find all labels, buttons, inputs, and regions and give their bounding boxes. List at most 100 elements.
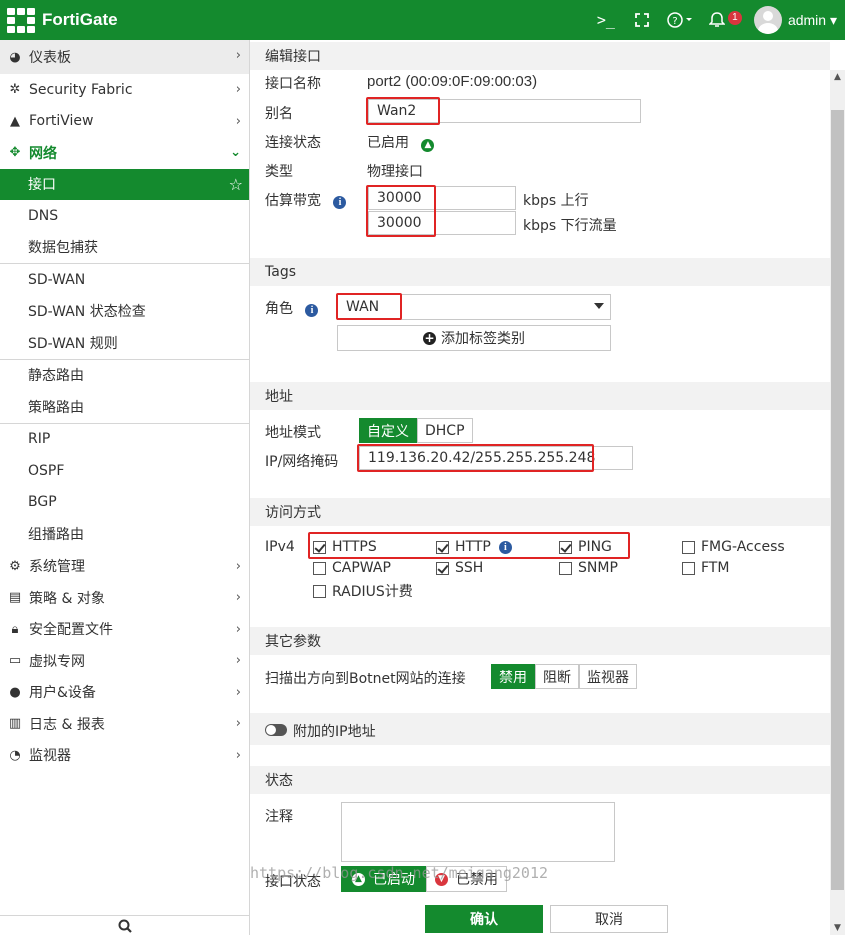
ip-netmask-label: IP/网络掩码 [265, 454, 339, 470]
access-radius-label: RADIUS计费 [332, 584, 413, 600]
sidebar-item-vpn[interactable]: ▭ 虚拟专网 › [0, 645, 249, 677]
sidebar-sub-multicast[interactable]: 组播路由 [0, 518, 249, 550]
access-capwap-label: CAPWAP [332, 560, 391, 576]
search-icon [118, 919, 132, 933]
sidebar-item-fortiview[interactable]: ▲ FortiView › [0, 106, 249, 138]
address-mode-custom[interactable]: 自定义 [359, 418, 417, 443]
access-ftm-label: FTM [701, 560, 730, 576]
access-snmp-checkbox[interactable]: SNMP [559, 560, 618, 576]
fortiview-icon: ▲ [10, 113, 20, 129]
access-capwap-checkbox[interactable]: CAPWAP [313, 560, 391, 576]
checkbox-unchecked-icon [682, 561, 695, 575]
scroll-up-icon[interactable]: ▲ [830, 72, 845, 82]
chevron-right-icon: › [235, 82, 241, 97]
sidebar-item-label: 网络 [29, 145, 57, 162]
fortigate-logo[interactable]: FortiGate [6, 7, 118, 33]
user-icon: ● [9, 684, 21, 700]
chevron-right-icon: › [235, 558, 241, 574]
section-tags: Tags [250, 258, 830, 286]
arrow-up-circle-icon: ▲ [421, 139, 435, 152]
chevron-right-icon: › [235, 590, 241, 605]
sidebar-item-security-profiles[interactable]: 🔒︎ 安全配置文件 › [0, 614, 249, 646]
bandwidth-upstream-unit: kbps 上行 [523, 193, 589, 209]
sidebar-sub-bgp[interactable]: BGP [0, 487, 249, 519]
sidebar-sub-dns[interactable]: DNS [0, 200, 249, 232]
access-ftm-checkbox[interactable]: FTM [682, 560, 729, 576]
sidebar-item-label: Security Fabric [29, 81, 133, 98]
highlight-box [336, 293, 402, 320]
sidebar-item-network[interactable]: ✥ 网络 ⌄ [0, 137, 249, 169]
sidebar-item-system[interactable]: ⚙ 系统管理 › [0, 551, 249, 583]
access-radius-checkbox[interactable]: RADIUS计费 [313, 581, 413, 601]
sidebar-sub-interfaces[interactable]: 接口 ☆ [0, 168, 249, 200]
user-avatar[interactable] [753, 6, 782, 34]
extra-ip-label: 附加的IP地址 [293, 724, 376, 740]
sidebar-sub-sdwan[interactable]: SD-WAN [0, 264, 249, 296]
cancel-button[interactable]: 取消 [550, 905, 668, 933]
sidebar-item-security-fabric[interactable]: ✲ Security Fabric › [0, 74, 249, 106]
link-status-label: 连接状态 [265, 135, 321, 151]
user-menu[interactable]: admin ▾ [788, 12, 837, 29]
sidebar-item-label: 策略 & 对象 [29, 590, 105, 607]
role-label: 角色 i [265, 298, 319, 318]
help-icon[interactable]: ? [660, 0, 700, 40]
section-misc: 其它参数 [250, 627, 830, 655]
sidebar-item-label: 系统管理 [29, 559, 85, 576]
highlight-box [308, 532, 630, 559]
sidebar-sub-packet-capture[interactable]: 数据包捕获 [0, 232, 249, 264]
sidebar-item-policy-objects[interactable]: ▤ 策略 & 对象 › [0, 582, 249, 614]
access-ssh-checkbox[interactable]: SSH [436, 560, 483, 576]
access-snmp-label: SNMP [578, 560, 618, 576]
scroll-down-icon[interactable]: ▼ [830, 923, 845, 933]
scrollbar-thumb[interactable] [831, 110, 844, 890]
chevron-right-icon: › [235, 747, 241, 763]
section-status: 状态 [250, 766, 830, 794]
chevron-right-icon: › [235, 716, 241, 731]
sidebar-item-label: 仪表板 [29, 50, 71, 66]
extra-ip-toggle[interactable] [265, 724, 287, 736]
policy-icon: ▤ [8, 590, 22, 606]
fullscreen-icon[interactable] [624, 0, 660, 40]
network-move-icon: ✥ [9, 145, 21, 161]
laptop-icon: ▭ [8, 653, 22, 669]
sidebar-item-label: 虚拟专网 [29, 653, 85, 670]
sidebar: ◕ 仪表板 › ✲ Security Fabric › ▲ FortiView … [0, 40, 250, 935]
chevron-down-icon [594, 303, 604, 309]
sidebar-sub-sdwan-rules[interactable]: SD-WAN 规则 [0, 327, 249, 359]
add-tag-label: 添加标签类别 [441, 331, 525, 347]
sidebar-search-button[interactable] [0, 915, 249, 935]
sidebar-item-user-device[interactable]: ● 用户&设备 › [0, 677, 249, 709]
top-bar: FortiGate >_ ? 1 admin ▾ [0, 0, 845, 40]
ok-button[interactable]: 确认 [425, 905, 543, 933]
section-admin-access: 访问方式 [250, 498, 830, 526]
notification-bell-icon[interactable]: 1 [700, 0, 744, 40]
highlight-box [357, 444, 594, 472]
sidebar-sub-ospf[interactable]: OSPF [0, 455, 249, 487]
link-status-value: 已启用 ▲ [367, 132, 435, 152]
sidebar-item-monitor[interactable]: ◔ 监视器 › [0, 740, 249, 772]
ipv4-label: IPv4 [265, 539, 295, 555]
botnet-block-option[interactable]: 阻断 [535, 664, 579, 689]
botnet-disable-option[interactable]: 禁用 [491, 664, 535, 689]
vertical-scrollbar[interactable]: ▲ ▼ [830, 70, 845, 935]
sidebar-sub-rip[interactable]: RIP [0, 424, 249, 456]
chevron-right-icon: › [235, 684, 241, 700]
fabric-icon: ✲ [9, 82, 21, 98]
sidebar-item-log-report[interactable]: ▥ 日志 & 报表 › [0, 708, 249, 740]
botnet-monitor-option[interactable]: 监视器 [579, 664, 637, 689]
sidebar-item-dashboard[interactable]: ◕ 仪表板 › [0, 40, 249, 74]
chevron-right-icon: › [235, 621, 241, 637]
sidebar-sub-policy-routes[interactable]: 策略路由 [0, 391, 249, 423]
info-icon[interactable]: i [305, 304, 319, 317]
add-tag-category-button[interactable]: + 添加标签类别 [337, 325, 611, 351]
access-fmg-checkbox[interactable]: FMG-Access [682, 539, 785, 555]
favorite-star-icon[interactable]: ☆ [229, 175, 243, 194]
sidebar-item-label: 用户&设备 [29, 685, 96, 702]
checkbox-unchecked-icon [313, 561, 326, 575]
cli-console-icon[interactable]: >_ [588, 0, 624, 40]
sidebar-sub-sdwan-status[interactable]: SD-WAN 状态检查 [0, 296, 249, 328]
sidebar-sub-static-routes[interactable]: 静态路由 [0, 360, 249, 392]
address-mode-dhcp[interactable]: DHCP [417, 418, 473, 443]
comment-textarea[interactable] [341, 802, 615, 862]
info-icon[interactable]: i [333, 196, 347, 209]
